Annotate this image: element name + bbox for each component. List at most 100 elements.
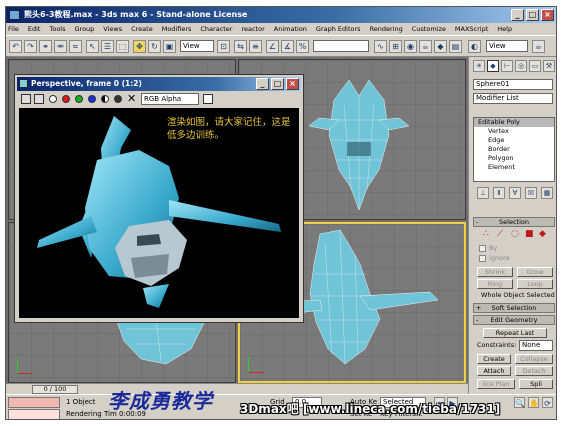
render-close-button[interactable]: ×	[286, 78, 299, 90]
select-by-name-icon[interactable]: ☰	[101, 40, 114, 53]
stack-item-polygon[interactable]: Polygon	[474, 154, 554, 163]
polygon-mode-icon[interactable]: ■	[525, 229, 534, 239]
mirror-icon[interactable]: ⇆	[234, 40, 247, 53]
clone-window-icon[interactable]	[34, 94, 44, 104]
create-button[interactable]: Create	[477, 354, 511, 364]
curve-editor-icon[interactable]: ∿	[374, 40, 387, 53]
hierarchy-tab-icon[interactable]: ⊢	[501, 60, 513, 72]
render-type-icon[interactable]: ▤	[449, 40, 462, 53]
color-swatch-icon[interactable]	[203, 94, 213, 104]
snaps-icon[interactable]: ∠	[266, 40, 279, 53]
maxscript-listener[interactable]	[8, 397, 60, 408]
menu-views[interactable]: Views	[103, 23, 122, 35]
angle-snap-icon[interactable]: ∡	[281, 40, 294, 53]
render-channel-select[interactable]: RGB Alpha	[141, 93, 199, 105]
display-channel-white-icon[interactable]	[49, 95, 57, 103]
menu-character[interactable]: Character	[200, 23, 232, 35]
stack-item-edge[interactable]: Edge	[474, 136, 554, 145]
maximize-button[interactable]: □	[526, 9, 539, 21]
menu-edit[interactable]: Edit	[28, 23, 41, 35]
display-tab-icon[interactable]: ▭	[529, 60, 541, 72]
menu-maxscript[interactable]: MAXScript	[455, 23, 488, 35]
stack-item-vertex[interactable]: Vertex	[474, 127, 554, 136]
menu-help[interactable]: Help	[497, 23, 512, 35]
motion-tab-icon[interactable]: ◎	[515, 60, 527, 72]
render-maximize-button[interactable]: □	[271, 78, 284, 90]
render-view-select[interactable]: View	[486, 40, 528, 52]
zoom-icon[interactable]: 🔍	[514, 397, 525, 408]
link-icon[interactable]: ⚭	[39, 40, 52, 53]
loop-button[interactable]: Loop	[517, 279, 553, 289]
modifier-list-dropdown[interactable]: Modifier List	[473, 93, 553, 104]
orbit-icon[interactable]: ⟳	[542, 397, 553, 408]
menu-graph-editors[interactable]: Graph Editors	[316, 23, 361, 35]
move-icon[interactable]: ✥	[133, 40, 146, 53]
remove-modifier-icon[interactable]: ☒	[525, 187, 537, 199]
detach-button[interactable]: Detach	[515, 366, 553, 376]
slice-plane-button[interactable]: lice Plan	[477, 379, 515, 389]
render-minimize-button[interactable]: _	[256, 78, 269, 90]
stack-item-element[interactable]: Element	[474, 163, 554, 172]
collapse-button[interactable]: Collapse	[515, 354, 553, 364]
ignore-backfacing-checkbox[interactable]	[479, 255, 486, 262]
pan-icon[interactable]: ✋	[528, 397, 539, 408]
time-slider[interactable]: 0 / 100	[6, 383, 468, 394]
pin-stack-icon[interactable]: ⊥	[477, 187, 489, 199]
menu-reactor[interactable]: reactor	[241, 23, 264, 35]
close-button[interactable]: ×	[541, 9, 554, 21]
quick-render-teapot-icon[interactable]: ☕	[532, 40, 545, 53]
stack-item-border[interactable]: Border	[474, 145, 554, 154]
edit-geometry-rollout[interactable]: - Edit Geometry	[473, 315, 555, 325]
scale-icon[interactable]: ▣	[163, 40, 176, 53]
menu-file[interactable]: File	[8, 23, 19, 35]
vertex-mode-icon[interactable]: ∴	[483, 229, 489, 239]
show-end-result-icon[interactable]: Ⅱ	[493, 187, 505, 199]
rotate-icon[interactable]: ↻	[148, 40, 161, 53]
create-tab-icon[interactable]: ✳	[473, 60, 485, 72]
object-name-field[interactable]: Sphere01	[473, 79, 553, 90]
configure-modifier-sets-icon[interactable]: ▦	[541, 187, 553, 199]
soft-selection-rollout[interactable]: + Soft Selection	[473, 303, 555, 313]
redo-icon[interactable]: ↷	[24, 40, 37, 53]
quick-render-icon[interactable]: ◆	[434, 40, 447, 53]
save-bitmap-icon[interactable]	[21, 94, 31, 104]
menu-customize[interactable]: Customize	[412, 23, 446, 35]
named-selection-select[interactable]	[313, 40, 369, 52]
red-channel-icon[interactable]	[62, 95, 70, 103]
menu-rendering[interactable]: Rendering	[370, 23, 403, 35]
render-scene-icon[interactable]: ☕	[419, 40, 432, 53]
element-mode-icon[interactable]: ◆	[539, 229, 546, 239]
align-icon[interactable]: ≡	[249, 40, 262, 53]
monochrome-icon[interactable]	[114, 95, 122, 103]
stack-item-editable-poly[interactable]: Editable Poly	[474, 118, 554, 127]
repeat-last-button[interactable]: Repeat Last	[483, 328, 547, 338]
material-editor-icon[interactable]: ◉	[404, 40, 417, 53]
by-vertex-checkbox[interactable]	[479, 245, 486, 252]
utilities-tab-icon[interactable]: ⚒	[543, 60, 555, 72]
percent-snap-icon[interactable]: %	[296, 40, 309, 53]
reference-coordinate-select[interactable]: View	[180, 40, 214, 52]
menu-modifiers[interactable]: Modifiers	[162, 23, 192, 35]
make-unique-icon[interactable]: ∀	[509, 187, 521, 199]
modify-tab-icon[interactable]: ◆	[487, 60, 499, 72]
menu-group[interactable]: Group	[75, 23, 95, 35]
ring-button[interactable]: Ring	[477, 279, 513, 289]
schematic-view-icon[interactable]: ⊞	[389, 40, 402, 53]
grow-button[interactable]: Grow	[517, 267, 553, 277]
shrink-button[interactable]: Shrink	[477, 267, 513, 277]
undo-icon[interactable]: ↶	[9, 40, 22, 53]
selection-rollout[interactable]: - Selection	[473, 217, 555, 227]
menu-create[interactable]: Create	[131, 23, 153, 35]
minimize-button[interactable]: _	[511, 9, 524, 21]
pivot-center-icon[interactable]: ⊡	[217, 40, 230, 53]
split-button[interactable]: Spli	[519, 379, 553, 389]
active-shade-icon[interactable]: ◐	[468, 40, 481, 53]
menu-tools[interactable]: Tools	[49, 23, 65, 35]
select-object-icon[interactable]: ↖	[86, 40, 99, 53]
bind-space-warp-icon[interactable]: ≈	[69, 40, 82, 53]
clear-icon[interactable]: ✕	[127, 92, 136, 105]
border-mode-icon[interactable]: ◌	[511, 229, 519, 239]
menu-animation[interactable]: Animation	[274, 23, 307, 35]
blue-channel-icon[interactable]	[88, 95, 96, 103]
green-channel-icon[interactable]	[75, 95, 83, 103]
